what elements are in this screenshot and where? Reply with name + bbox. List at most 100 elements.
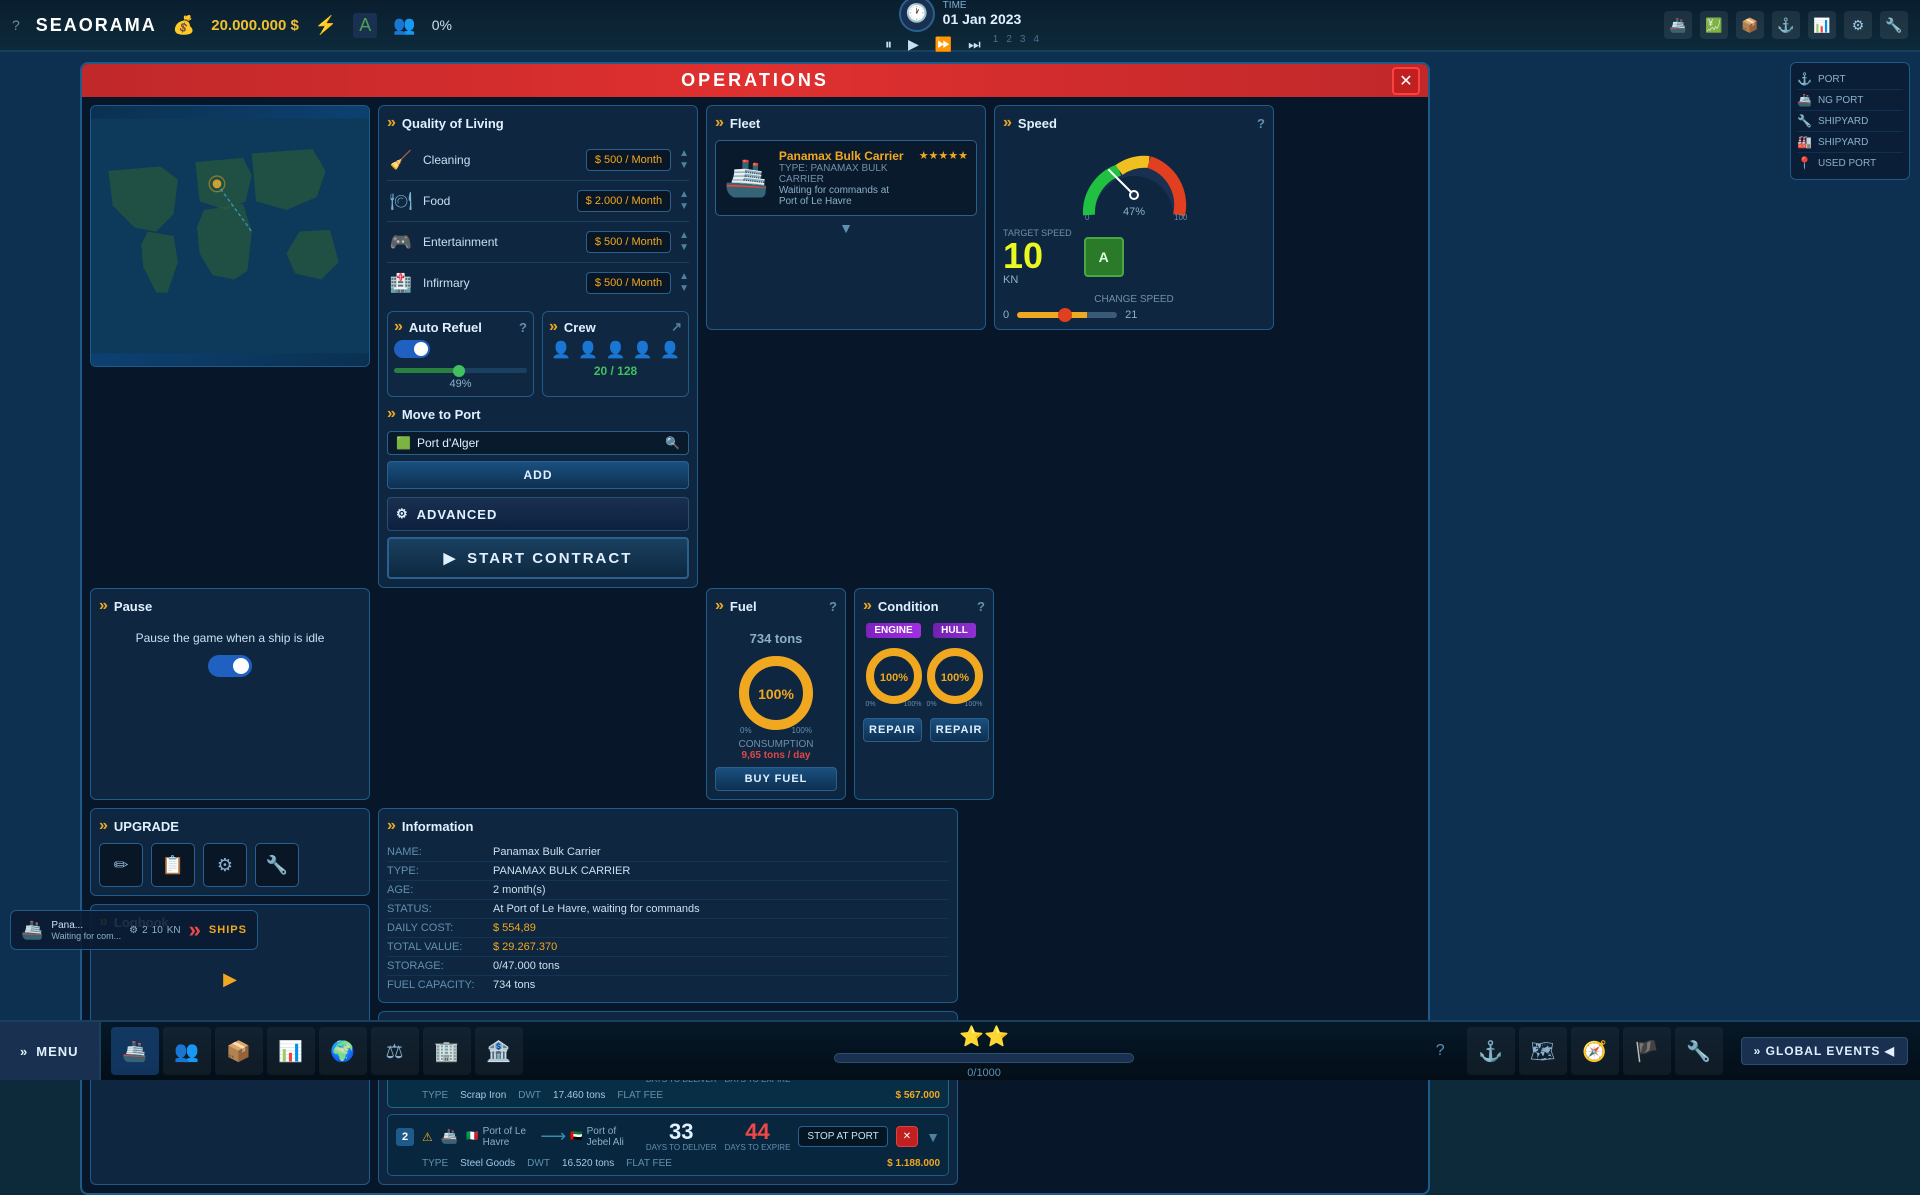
- cleaning-down-btn[interactable]: ▼: [679, 161, 689, 171]
- crew-external-link-icon[interactable]: ↗: [671, 319, 682, 335]
- nav-trade-button[interactable]: ⚖: [371, 1027, 419, 1075]
- contract-2-stop-button[interactable]: STOP AT PORT: [798, 1126, 887, 1147]
- qol-items: 🧹 Cleaning $ 500 / Month ▲ ▼ 🍽 Food: [387, 140, 689, 303]
- condition-buttons: REPAIR REPAIR: [863, 718, 985, 742]
- auto-refuel-slider[interactable]: [394, 368, 527, 373]
- ships-section-btn[interactable]: »: [189, 917, 201, 943]
- nav-icon-1[interactable]: ⚡: [315, 15, 337, 36]
- auto-refuel-help-icon[interactable]: ?: [519, 320, 527, 335]
- fleet-icon[interactable]: 🚢: [1664, 11, 1692, 39]
- entertainment-up-btn[interactable]: ▲: [679, 231, 689, 241]
- qol-entertainment-name: Entertainment: [423, 235, 578, 249]
- finance-icon[interactable]: 💹: [1700, 11, 1728, 39]
- nav-compass-button[interactable]: 🧭: [1571, 1027, 1619, 1075]
- fuel-help-icon[interactable]: ?: [829, 599, 837, 614]
- buy-fuel-button[interactable]: BUY FUEL: [715, 767, 837, 791]
- speed-gauge: 0 100 47%: [1079, 140, 1189, 220]
- bottom-help-icon[interactable]: ?: [1436, 1042, 1445, 1060]
- advanced-button[interactable]: ⚙ ADVANCED: [387, 497, 689, 531]
- nav-building-button[interactable]: 🏢: [423, 1027, 471, 1075]
- entertainment-down-btn[interactable]: ▼: [679, 243, 689, 253]
- ships-ship-name: Pana...: [51, 920, 121, 931]
- close-button[interactable]: ✕: [1392, 67, 1420, 95]
- upgrade-list-button[interactable]: 📋: [151, 843, 195, 887]
- settings-icon-top[interactable]: ⚙: [1844, 11, 1872, 39]
- menu-button[interactable]: » MENU: [0, 1022, 101, 1080]
- nav-cargo-button[interactable]: 📦: [215, 1027, 263, 1075]
- crew-card: » Crew ↗ 👤 👤 👤 👤 👤 20 / 128: [542, 311, 689, 397]
- start-contract-button[interactable]: ▶ START CONTRACT: [387, 537, 689, 579]
- fuel-consumption-value: 9,65 tons / day: [742, 750, 811, 761]
- food-up-btn[interactable]: ▲: [679, 190, 689, 200]
- nav-icon-3[interactable]: 👥: [393, 15, 415, 36]
- qol-cleaning-arrows[interactable]: ▲ ▼: [679, 149, 689, 171]
- cleaning-up-btn[interactable]: ▲: [679, 149, 689, 159]
- target-speed-block: TARGET SPEED 10 KN: [1003, 228, 1072, 286]
- map-inner: [91, 106, 369, 366]
- upgrade-tool-button[interactable]: 🔧: [255, 843, 299, 887]
- trade-icon[interactable]: 📦: [1736, 11, 1764, 39]
- speed-auto-button[interactable]: A: [1084, 237, 1124, 277]
- ship-info: Panamax Bulk Carrier TYPE: PANAMAX BULK …: [779, 149, 909, 207]
- contract-2-expand-button[interactable]: ▼: [926, 1129, 940, 1145]
- infirmary-cost-value: $ 500 / Month: [595, 277, 662, 289]
- infirmary-up-btn[interactable]: ▲: [679, 272, 689, 282]
- fleet-ship-card[interactable]: 🚢 Panamax Bulk Carrier TYPE: PANAMAX BUL…: [715, 140, 977, 216]
- nav-crew-button[interactable]: 👥: [163, 1027, 211, 1075]
- upgrade-settings-button[interactable]: ⚙: [203, 843, 247, 887]
- help-icon[interactable]: ?: [12, 17, 20, 33]
- global-events-button[interactable]: » GLOBAL EVENTS ◀: [1741, 1037, 1908, 1065]
- contract-2-remove-button[interactable]: ✕: [896, 1126, 918, 1147]
- port-search-icon[interactable]: 🔍: [665, 436, 680, 450]
- pause-btn[interactable]: ⏸: [881, 34, 896, 55]
- nav-chart-button[interactable]: 📊: [267, 1027, 315, 1075]
- info-value-name: Panamax Bulk Carrier: [493, 846, 601, 858]
- qol-food-arrows[interactable]: ▲ ▼: [679, 190, 689, 212]
- nav-icon-2[interactable]: A: [353, 13, 377, 38]
- engine-gauge: ENGINE 100% 0% 100%: [864, 623, 924, 710]
- nav-wrench-button[interactable]: 🔧: [1675, 1027, 1723, 1075]
- fleet-expand-icon[interactable]: ▼: [715, 220, 977, 236]
- nav-anchor-button[interactable]: ⚓: [1467, 1027, 1515, 1075]
- upgrade-edit-button[interactable]: ✏: [99, 843, 143, 887]
- auto-refuel-toggle[interactable]: [394, 340, 430, 358]
- qol-food-cost: $ 2.000 / Month: [577, 190, 671, 212]
- fast-btn[interactable]: ⏩: [931, 34, 956, 55]
- play-btn[interactable]: ▶: [904, 34, 923, 55]
- nav-flag-button[interactable]: 🏴: [1623, 1027, 1671, 1075]
- repair-engine-button[interactable]: REPAIR: [863, 718, 922, 742]
- condition-help-icon[interactable]: ?: [977, 599, 985, 614]
- food-down-btn[interactable]: ▼: [679, 202, 689, 212]
- side-used-port-icon: 📍: [1797, 156, 1812, 170]
- info-title: Information: [402, 819, 474, 834]
- infirmary-down-btn[interactable]: ▼: [679, 284, 689, 294]
- qol-infirmary-arrows[interactable]: ▲ ▼: [679, 272, 689, 294]
- center-col: » Information NAME: Panamax Bulk Carrier…: [378, 808, 958, 1185]
- contract-2-expire: 44 DAYS TO EXPIRE: [725, 1121, 791, 1152]
- speed-max-label: 21: [1125, 309, 1137, 321]
- side-item-ng-port: 🚢 NG PORT: [1797, 90, 1903, 111]
- info-header: » Information: [387, 817, 949, 835]
- hull-gauge: HULL 100% 0% 100%: [925, 623, 985, 710]
- speed-help-icon[interactable]: ?: [1257, 116, 1265, 131]
- faster-btn[interactable]: ⏭: [964, 34, 985, 55]
- port-search-row: 🟩 Port d'Alger 🔍: [387, 431, 689, 455]
- port-icon[interactable]: ⚓: [1772, 11, 1800, 39]
- qol-entertainment-arrows[interactable]: ▲ ▼: [679, 231, 689, 253]
- condition-header: » Condition ?: [863, 597, 985, 615]
- repair-hull-button[interactable]: REPAIR: [930, 718, 989, 742]
- money-display: 20.000.000 $: [211, 17, 299, 34]
- pause-toggle[interactable]: [208, 655, 252, 677]
- time-center: 🕐 TIME 01 Jan 2023 ⏸ ▶ ⏩ ⏭ 1 2 3 4: [881, 0, 1039, 55]
- fuel-consumption: CONSUMPTION 9,65 tons / day: [715, 739, 837, 761]
- add-port-button[interactable]: ADD: [387, 461, 689, 489]
- nav-globe-button[interactable]: 🌍: [319, 1027, 367, 1075]
- nav-map-button[interactable]: 🗺: [1519, 1027, 1567, 1075]
- nav-bank-button[interactable]: 🏦: [475, 1027, 523, 1075]
- qol-item-infirmary: 🏥 Infirmary $ 500 / Month ▲ ▼: [387, 263, 689, 303]
- engine-gauge-max: 100%: [904, 701, 922, 708]
- market-icon[interactable]: 📊: [1808, 11, 1836, 39]
- settings-icon-2[interactable]: 🔧: [1880, 11, 1908, 39]
- speed-slider[interactable]: [1017, 312, 1117, 318]
- nav-ship-button[interactable]: 🚢: [111, 1027, 159, 1075]
